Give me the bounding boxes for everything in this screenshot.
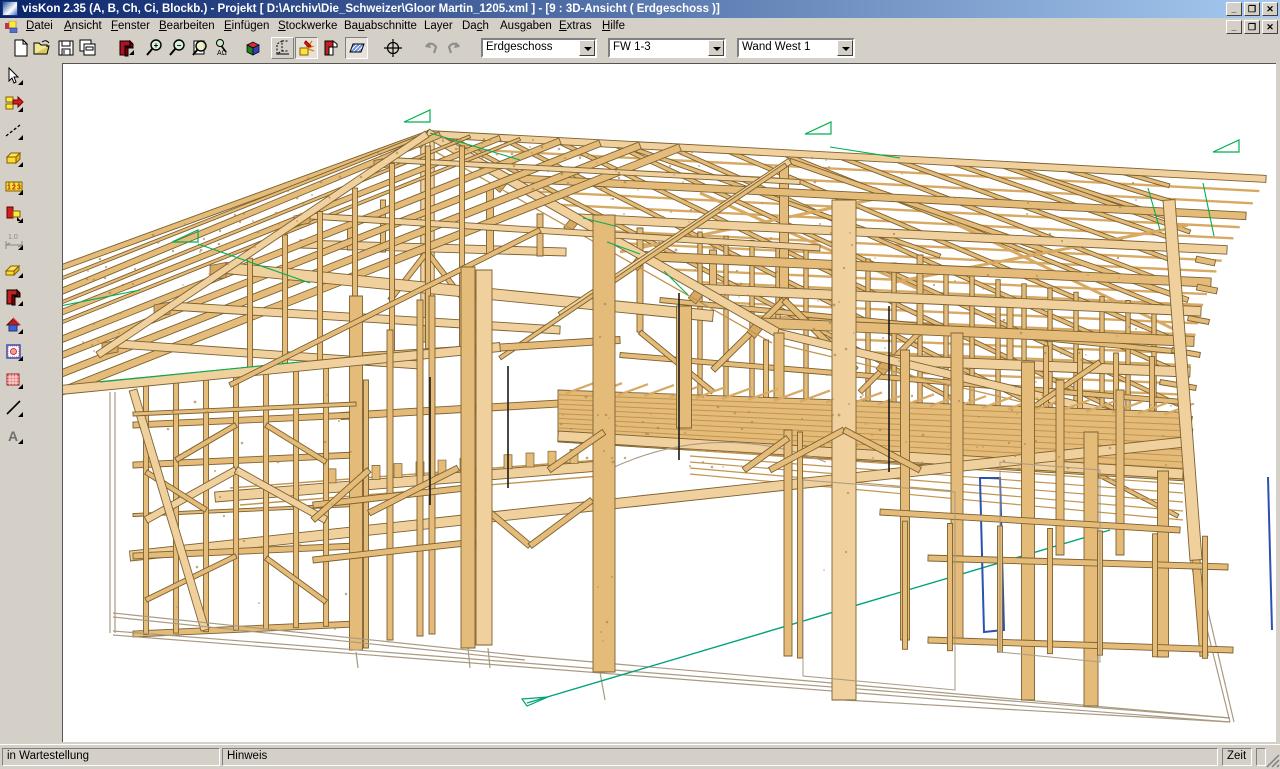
- svg-text:A: A: [8, 428, 18, 444]
- svg-text:2: 2: [12, 185, 16, 192]
- svg-text:1.0: 1.0: [8, 234, 18, 241]
- svg-text:+: +: [154, 41, 159, 50]
- svg-text:−: −: [177, 41, 182, 50]
- svg-text:3: 3: [17, 185, 21, 192]
- svg-text:AΩ: AΩ: [217, 50, 227, 57]
- svg-text:1: 1: [7, 185, 11, 192]
